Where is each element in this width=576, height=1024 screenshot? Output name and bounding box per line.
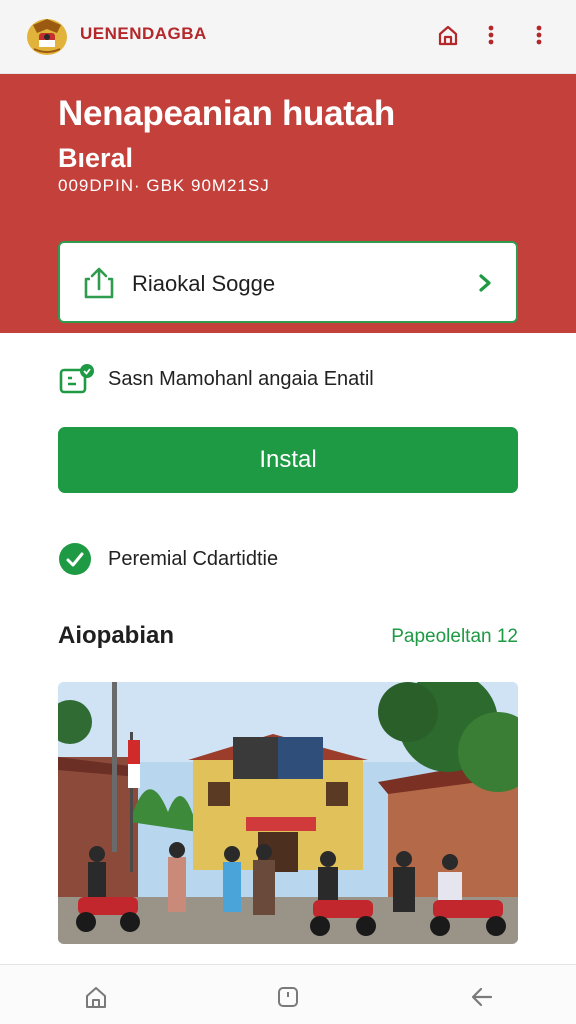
- back-icon[interactable]: [466, 981, 498, 1013]
- status-text: Peremial Cdartidtie: [108, 548, 279, 570]
- home-icon[interactable]: [80, 981, 112, 1013]
- notice-text: Sasn Mamohanl angaia Enatil: [108, 368, 374, 390]
- section-link[interactable]: Papeoleltan 12: [391, 626, 518, 648]
- hero-title: Nenapeanian huatah: [58, 94, 395, 133]
- install-button[interactable]: Instal: [58, 427, 518, 493]
- top-app-bar: UENENDAGBA: [0, 0, 576, 74]
- upload-card-label: Riaokal Sogge: [132, 271, 276, 296]
- more-vertical-icon[interactable]: [524, 20, 554, 50]
- hero-code: 009DPIN· GBK 90M21SJ: [58, 176, 270, 195]
- calendar-badge-icon: [59, 364, 94, 394]
- recents-icon[interactable]: [272, 981, 304, 1013]
- section-title: Aiopabian: [58, 622, 175, 649]
- emblem-logo: [27, 19, 67, 55]
- check-circle-icon: [59, 543, 91, 575]
- more-vertical-icon[interactable]: [476, 20, 506, 50]
- upload-card[interactable]: Riaokal Sogge: [58, 241, 518, 323]
- hero-subtitle: Bıeral: [58, 143, 134, 173]
- bottom-navigation-bar: [0, 964, 576, 1024]
- status-row: Peremial Cdartidtie: [58, 540, 518, 580]
- app-name: UENENDAGBA: [80, 24, 207, 43]
- street-photo: [58, 682, 518, 944]
- upload-icon: [84, 267, 114, 299]
- notice-row: Sasn Mamohanl angaia Enatil: [58, 360, 518, 400]
- home-icon[interactable]: [433, 20, 463, 50]
- chevron-right-icon: [479, 274, 491, 292]
